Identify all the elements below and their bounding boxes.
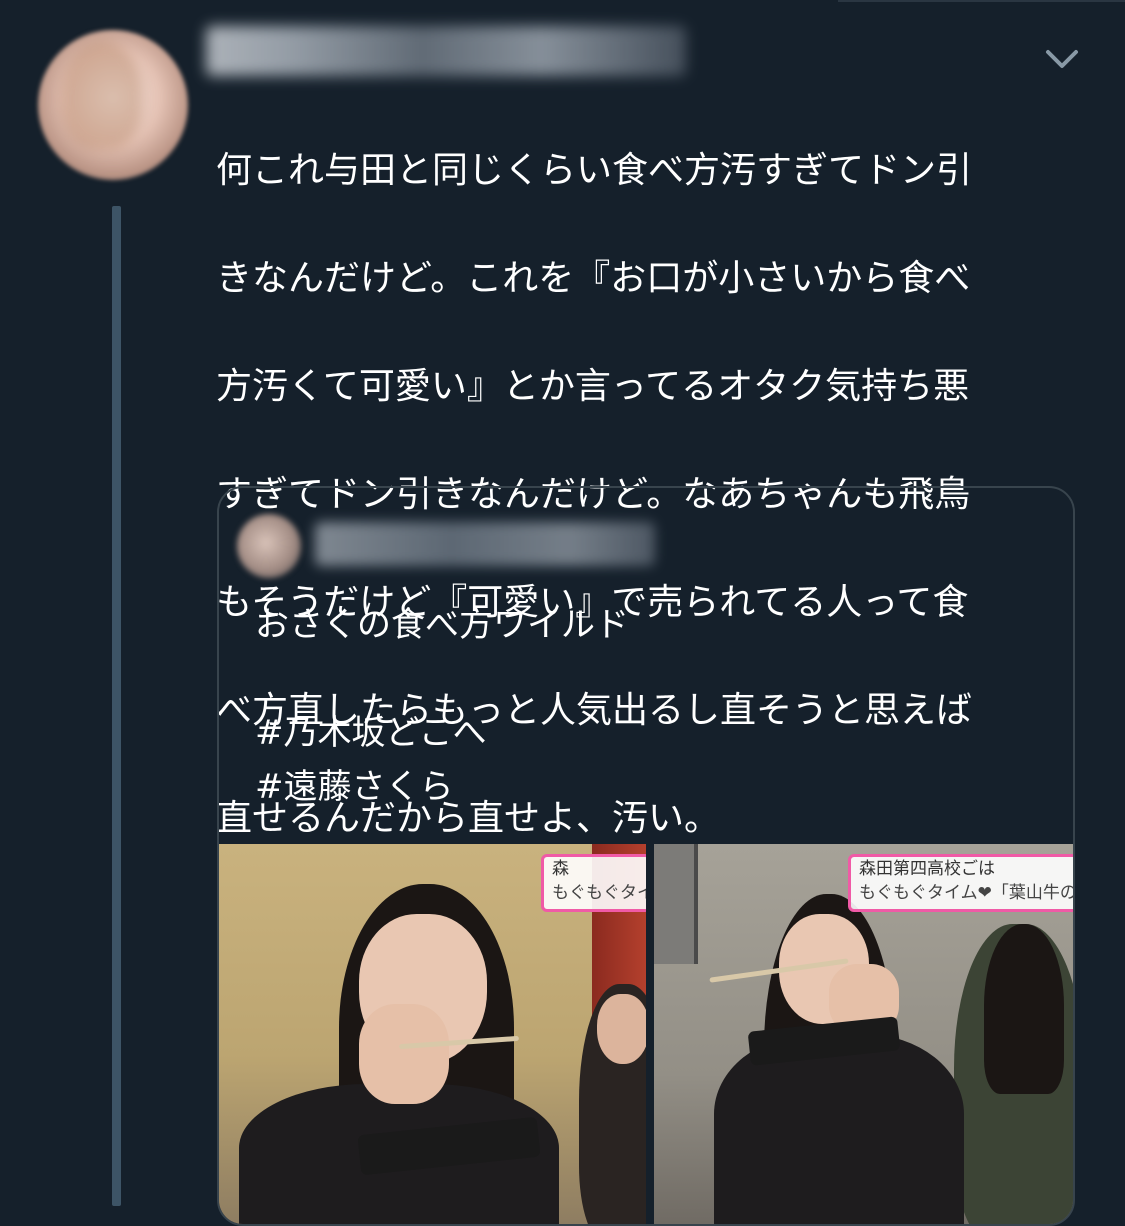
- photo-hand: [359, 1004, 449, 1104]
- hashtag-link[interactable]: #乃木坂どこへ: [255, 706, 1035, 760]
- avatar-detail: [62, 40, 142, 150]
- tv-caption: 森 もぐもぐタイ: [541, 854, 646, 912]
- author-name-redacted: [206, 26, 686, 76]
- tv-caption: 森田第四高校ごは もぐもぐタイム❤「葉山牛の: [848, 854, 1075, 912]
- chevron-down-icon[interactable]: [1044, 44, 1080, 74]
- quoted-author-avatar: [237, 514, 301, 578]
- tv-caption-line: もぐもぐタイム❤「葉山牛の: [859, 883, 1075, 903]
- tweet-text-line: きなんだけど。これを『お口が小さいから食べ: [216, 258, 971, 299]
- tv-caption-line: もぐもぐタイ: [552, 883, 646, 903]
- tv-caption-line: 森: [552, 859, 569, 879]
- photo-window: [654, 844, 698, 964]
- media-image-right[interactable]: 森田第四高校ごは もぐもぐタイム❤「葉山牛の: [654, 844, 1075, 1224]
- quoted-tweet-text: おさくの食べ方ワイルド #乃木坂どこへ #遠藤さくら: [255, 598, 1035, 814]
- tweet-text-line: 何これ与田と同じくらい食べ方汚すぎてドン引: [216, 150, 973, 191]
- tweet-text-line: 方汚くて可愛い』とか言ってるオタク気持ち悪: [216, 366, 970, 407]
- media-image-left[interactable]: 森 もぐもぐタイ: [219, 844, 646, 1224]
- media-grid: 森 もぐもぐタイ 森田第四高校ごは もぐもぐタイム❤「葉山牛の: [219, 844, 1075, 1224]
- quoted-text-line: おさくの食べ方ワイルド: [255, 605, 629, 645]
- top-divider: [838, 0, 1125, 2]
- quoted-tweet-card[interactable]: おさくの食べ方ワイルド #乃木坂どこへ #遠藤さくら 森 もぐもぐタイ 森田第四…: [217, 486, 1075, 1226]
- hashtag-link[interactable]: #遠藤さくら: [255, 760, 1035, 814]
- tv-caption-line: 森田第四高校ごは: [859, 859, 995, 879]
- quoted-author-name-redacted: [315, 522, 655, 566]
- photo-hair: [984, 924, 1064, 1094]
- thread-line: [112, 206, 121, 1206]
- photo-person-background-face: [597, 994, 646, 1064]
- text-gap: [255, 652, 1035, 706]
